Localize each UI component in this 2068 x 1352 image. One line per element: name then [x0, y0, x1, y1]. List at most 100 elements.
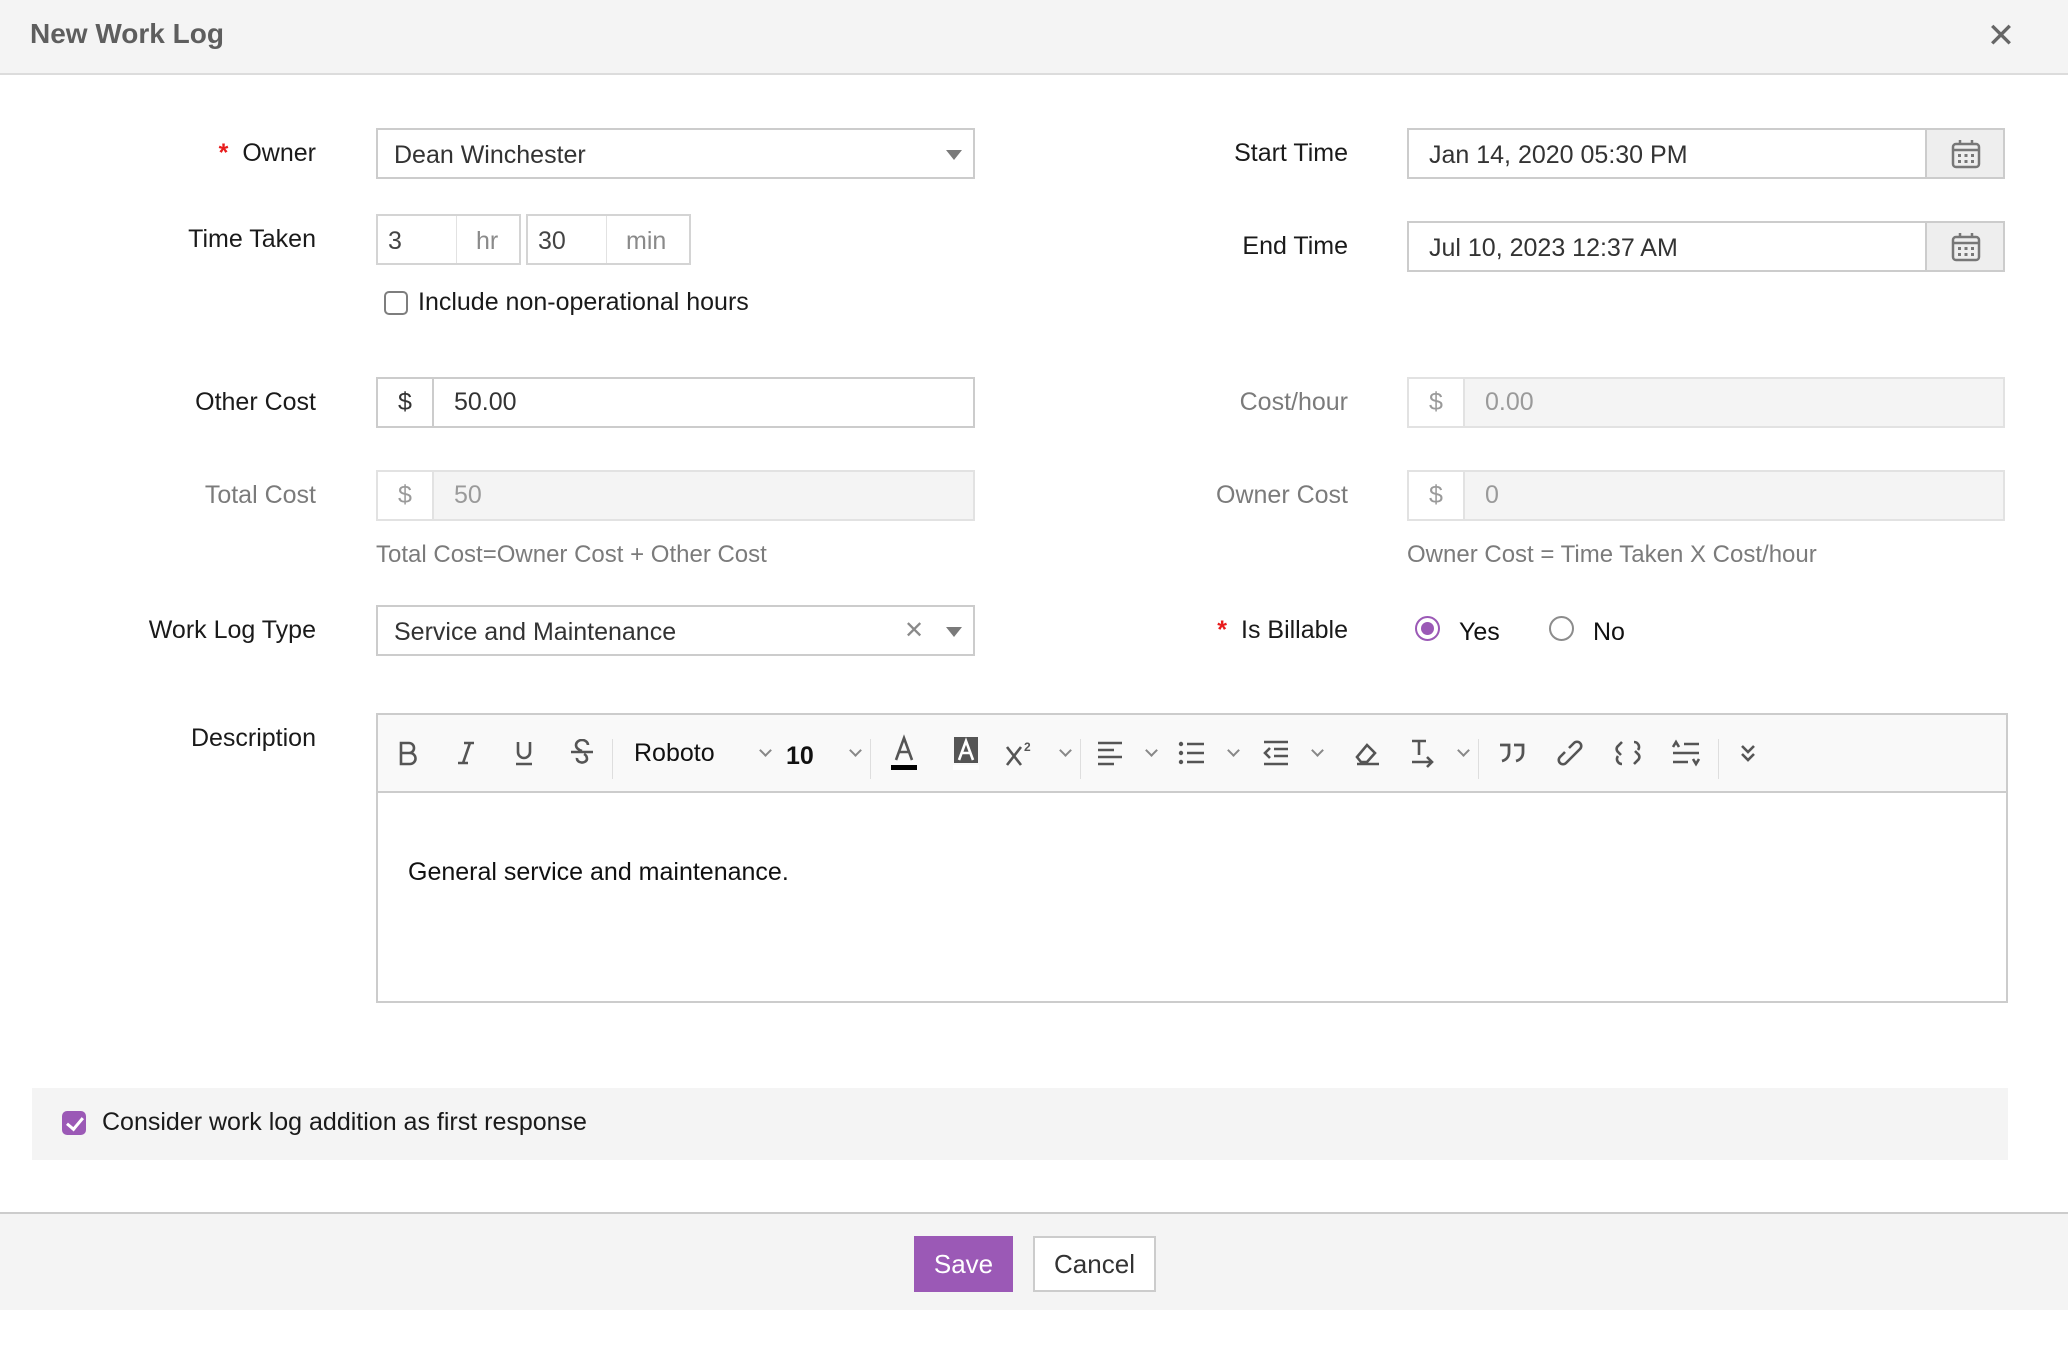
line-height-icon — [1671, 739, 1701, 767]
end-time-calendar-button[interactable] — [1925, 223, 2003, 270]
include-non-operational-label[interactable]: Include non-operational hours — [418, 288, 749, 317]
calendar-icon — [1951, 233, 1981, 262]
total-cost-hint: Total Cost=Owner Cost + Other Cost — [376, 541, 767, 568]
end-time-input[interactable]: Jul 10, 2023 12:37 AM — [1407, 221, 2005, 272]
font-family-dropdown[interactable]: Roboto — [634, 733, 772, 773]
description-text[interactable]: General service and maintenance. — [408, 858, 789, 887]
cancel-button[interactable]: Cancel — [1033, 1236, 1156, 1292]
divider — [456, 216, 457, 263]
chevron-down-icon — [1311, 744, 1324, 757]
owner-label: * Owner — [219, 139, 316, 168]
hours-unit: hr — [476, 227, 499, 255]
work-log-type-select[interactable]: Service and Maintenance ✕ — [376, 605, 975, 656]
close-icon[interactable]: ✕ — [1986, 18, 2016, 54]
total-cost-value: 50 — [434, 472, 973, 519]
line-height-button[interactable] — [1666, 733, 1706, 773]
svg-text:2: 2 — [1024, 740, 1031, 754]
underline-button[interactable] — [506, 733, 542, 773]
cost-per-hour-label: Cost/hour — [1239, 388, 1348, 416]
is-billable-label: * Is Billable — [1217, 616, 1348, 645]
superscript-icon: 2 — [1005, 740, 1031, 766]
strikethrough-icon — [571, 739, 593, 764]
bold-button[interactable] — [390, 733, 426, 773]
description-editor[interactable]: Roboto 10 2 General service and maintena… — [376, 713, 2008, 1003]
chevron-down-icon — [1227, 744, 1240, 757]
remove-link-button[interactable] — [1608, 733, 1648, 773]
is-billable-label-text: Is Billable — [1241, 616, 1348, 644]
quote-icon — [1500, 743, 1525, 763]
other-cost-value: 50.00 — [454, 388, 517, 416]
owner-cost-value: 0 — [1465, 472, 2003, 519]
toolbar-separator — [1080, 739, 1081, 779]
chevron-down-icon[interactable] — [946, 627, 962, 637]
cost-per-hour-input: $ 0.00 — [1407, 377, 2005, 428]
billable-no-radio[interactable] — [1549, 616, 1574, 641]
start-time-value: Jan 14, 2020 05:30 PM — [1429, 141, 1688, 169]
owner-cost-input: $ 0 — [1407, 470, 2005, 521]
underline-icon — [516, 742, 532, 766]
dialog-footer: Save Cancel — [0, 1212, 2068, 1310]
billable-no-label[interactable]: No — [1593, 618, 1625, 647]
billable-yes-radio[interactable] — [1415, 616, 1440, 641]
toolbar-separator — [612, 739, 613, 779]
superscript-dropdown[interactable]: 2 — [1004, 733, 1072, 773]
toolbar-separator — [1718, 739, 1719, 779]
insert-link-button[interactable] — [1550, 733, 1590, 773]
other-cost-input[interactable]: $ 50.00 — [376, 377, 975, 428]
currency-symbol: $ — [378, 472, 434, 519]
eraser-icon — [1355, 743, 1379, 766]
text-color-button[interactable] — [882, 733, 926, 773]
align-dropdown[interactable] — [1096, 733, 1158, 773]
minutes-input[interactable]: 30 min — [526, 214, 691, 265]
italic-button[interactable] — [448, 733, 484, 773]
dialog-header: New Work Log ✕ — [0, 0, 2068, 75]
total-cost-input: $ 50 — [376, 470, 975, 521]
description-label: Description — [190, 724, 316, 752]
bullet-list-icon — [1178, 741, 1204, 765]
owner-select[interactable]: Dean Winchester — [376, 128, 975, 179]
start-time-input[interactable]: Jan 14, 2020 05:30 PM — [1407, 128, 2005, 179]
time-taken-label: Time Taken — [188, 225, 316, 253]
billable-yes-label[interactable]: Yes — [1459, 618, 1500, 647]
background-color-icon — [953, 737, 979, 770]
required-asterisk: * — [218, 139, 229, 167]
currency-symbol: $ — [1409, 472, 1465, 519]
font-family-value: Roboto — [634, 738, 715, 767]
chevron-down-icon — [1457, 744, 1470, 757]
chevron-down-icon — [849, 744, 862, 757]
start-time-calendar-button[interactable] — [1925, 130, 2003, 177]
owner-label-text: Owner — [242, 139, 316, 167]
unlink-icon — [1615, 740, 1641, 766]
more-options-button[interactable] — [1730, 733, 1766, 773]
background-color-button[interactable] — [944, 733, 988, 773]
text-direction-icon — [1412, 739, 1434, 768]
font-size-value: 10 — [786, 741, 814, 770]
toolbar-separator — [1478, 739, 1479, 779]
divider — [606, 216, 607, 263]
save-button[interactable]: Save — [914, 1236, 1013, 1292]
font-size-dropdown[interactable]: 10 — [786, 733, 862, 773]
first-response-checkbox[interactable] — [62, 1111, 86, 1135]
text-color-icon — [891, 734, 917, 770]
hours-value: 3 — [388, 227, 402, 255]
end-time-label: End Time — [1242, 232, 1348, 260]
list-dropdown[interactable] — [1178, 733, 1240, 773]
first-response-label[interactable]: Consider work log addition as first resp… — [102, 1108, 587, 1137]
work-log-type-label: Work Log Type — [148, 616, 316, 644]
italic-icon — [458, 741, 474, 765]
toolbar-separator — [870, 739, 871, 779]
clear-icon[interactable]: ✕ — [904, 616, 924, 645]
text-direction-dropdown[interactable] — [1408, 733, 1470, 773]
strikethrough-button[interactable] — [564, 733, 600, 773]
chevron-down-icon[interactable] — [946, 150, 962, 160]
chevron-down-icon — [1145, 744, 1158, 757]
owner-cost-hint: Owner Cost = Time Taken X Cost/hour — [1407, 541, 1817, 568]
clear-format-button[interactable] — [1348, 733, 1388, 773]
owner-cost-label: Owner Cost — [1216, 481, 1348, 509]
minutes-unit: min — [626, 227, 667, 255]
currency-symbol: $ — [1409, 379, 1465, 426]
hours-input[interactable]: 3 hr — [376, 214, 521, 265]
blockquote-button[interactable] — [1492, 733, 1532, 773]
indent-dropdown[interactable] — [1262, 733, 1324, 773]
include-non-operational-checkbox[interactable] — [384, 291, 408, 315]
